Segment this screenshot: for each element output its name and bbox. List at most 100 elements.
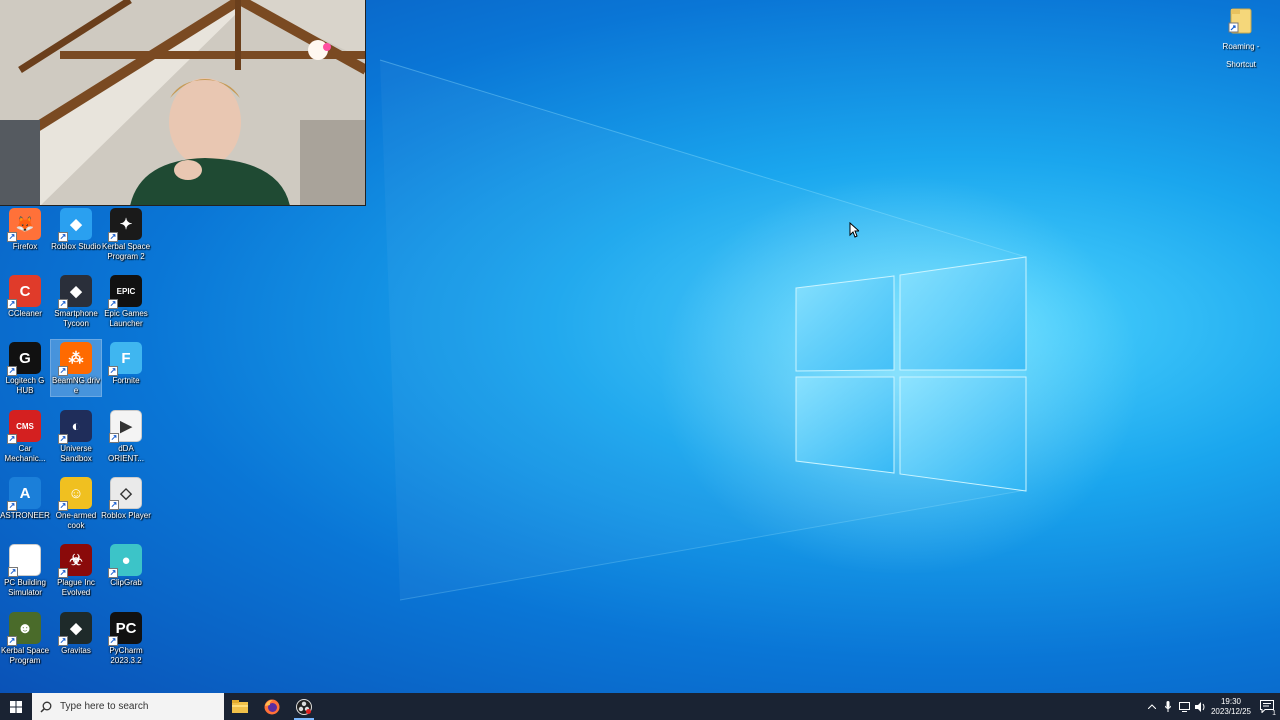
desktop-icon-label: Roblox Studio — [51, 242, 101, 251]
shortcut-arrow-icon: ↗ — [108, 299, 118, 309]
car-mechanic-icon: CMS ↗ — [7, 410, 41, 444]
desktop-icon-label: PC Building Simulator — [4, 578, 46, 597]
ksp2-icon: ✦ ↗ — [108, 208, 142, 242]
desktop-icon-one-armed-cook[interactable]: ☺ ↗ One-armed cook — [51, 475, 101, 531]
ksp-icon: ☻ ↗ — [7, 612, 41, 646]
desktop-icon-label: ASTRONEER — [0, 511, 50, 520]
shortcut-arrow-icon: ↗ — [7, 299, 17, 309]
taskbar-clock[interactable]: 19:30 2023/12/25 — [1208, 697, 1254, 717]
start-button[interactable] — [0, 693, 32, 720]
roaming-shortcut-label: Roaming - Shortcut — [1222, 42, 1260, 69]
desktop-icon-ccleaner[interactable]: C ↗ CCleaner — [0, 273, 50, 319]
desktop-icon-label: Kerbal Space Program 2 — [101, 242, 151, 261]
shortcut-arrow-icon: ↗ — [8, 567, 18, 577]
desktop-icon-ksp[interactable]: ☻ ↗ Kerbal Space Program — [0, 610, 50, 666]
desktop-icon-plague-inc[interactable]: ☣ ↗ Plague Inc Evolved — [51, 542, 101, 598]
roblox-player-icon: ◇ ↗ — [109, 477, 142, 510]
taskbar-search-box[interactable]: Type here to search — [32, 693, 224, 720]
desktop-icon-media-file[interactable]: ▶ ↗ dDA ORIENT... — [101, 408, 151, 464]
search-icon — [40, 701, 52, 713]
mouse-cursor-icon — [849, 222, 859, 238]
shortcut-arrow-icon: ↗ — [7, 366, 17, 376]
universe-sandbox-icon: ◐ ↗ — [58, 410, 92, 444]
desktop-icon-gravitas[interactable]: ◆ ↗ Gravitas — [51, 610, 101, 656]
notification-count: 1 — [1272, 710, 1276, 717]
shortcut-arrow-icon: ↗ — [58, 636, 68, 646]
shortcut-arrow-icon: ↗ — [7, 636, 17, 646]
clipgrab-icon: ● ↗ — [108, 544, 142, 578]
desktop-icon-label: Roblox Player — [101, 511, 151, 520]
desktop-icon-roblox-player[interactable]: ◇ ↗ Roblox Player — [101, 475, 151, 521]
desktop-icon-label: dDA ORIENT... — [107, 444, 144, 463]
gravitas-icon: ◆ ↗ — [58, 612, 92, 646]
roblox-studio-icon: ◆ ↗ — [58, 208, 92, 242]
microphone-icon[interactable] — [1160, 693, 1176, 720]
taskbar-file-explorer[interactable] — [224, 693, 256, 720]
desktop-icon-smartphone-tycoon[interactable]: ◆ ↗ Smartphone Tycoon — [51, 273, 101, 329]
firefox-icon: 🦊 ↗ — [7, 208, 41, 242]
shortcut-arrow-icon: ↗ — [108, 636, 118, 646]
desktop-icon-label: BeamNG.drive — [51, 376, 100, 395]
webcam-feed-image — [0, 0, 365, 205]
desktop-icon-label: Logitech G HUB — [5, 376, 45, 395]
desktop-icon-label: CCleaner — [8, 309, 42, 318]
shortcut-arrow-icon: ↗ — [7, 232, 17, 242]
desktop-icon-firefox[interactable]: 🦊 ↗ Firefox — [0, 206, 50, 252]
desktop-icon-label: Car Mechanic... — [4, 444, 46, 463]
desktop-icon-car-mechanic[interactable]: CMS ↗ Car Mechanic... — [0, 408, 50, 464]
smartphone-tycoon-icon: ◆ ↗ — [58, 275, 92, 309]
desktop-icon-roblox-studio[interactable]: ◆ ↗ Roblox Studio — [51, 206, 101, 252]
shortcut-arrow-icon: ↗ — [58, 366, 68, 376]
desktop-icon-label: Kerbal Space Program — [0, 646, 50, 665]
desktop-icon-label: Firefox — [12, 242, 38, 251]
astroneer-icon: A ↗ — [7, 477, 41, 511]
shortcut-arrow-icon: ↗ — [108, 232, 118, 242]
desktop-icon-beamng[interactable]: ⁂ ↗ BeamNG.drive — [50, 339, 102, 397]
shortcut-arrow-icon: ↗ — [58, 434, 68, 444]
clock-time: 19:30 — [1220, 696, 1242, 706]
one-armed-cook-icon: ☺ ↗ — [58, 477, 92, 511]
action-center-button[interactable]: 1 — [1254, 693, 1280, 720]
obs-taskbar-icon — [296, 698, 312, 715]
shortcut-arrow-icon: ↗ — [7, 501, 17, 511]
desktop-icon-label: One-armed cook — [55, 511, 97, 530]
desktop-icon-label: Plague Inc Evolved — [57, 578, 95, 597]
shortcut-arrow-icon: ↗ — [108, 568, 118, 578]
plague-inc-icon: ☣ ↗ — [58, 544, 92, 578]
taskbar-firefox[interactable] — [256, 693, 288, 720]
clock-date: 2023/12/25 — [1210, 706, 1252, 716]
desktop-icon-label: ClipGrab — [110, 578, 142, 587]
fortnite-icon: F ↗ — [108, 342, 142, 376]
desktop-icon-epic-games[interactable]: EPIC ↗ Epic Games Launcher — [101, 273, 151, 329]
windows-logo-icon — [10, 700, 22, 713]
pycharm-icon: PC ↗ — [108, 612, 142, 646]
roaming-shortcut[interactable]: Roaming - Shortcut — [1216, 6, 1266, 72]
beamng-icon: ⁂ ↗ — [58, 342, 92, 376]
desktop-icon-blank-file[interactable]: ↗ PC Building Simulator — [0, 542, 50, 598]
logitech-ghub-icon: G ↗ — [7, 342, 41, 376]
show-hidden-icons-chevron-up-icon[interactable] — [1144, 693, 1160, 720]
desktop-icon-label: Smartphone Tycoon — [54, 309, 98, 328]
desktop-icon-pycharm[interactable]: PC ↗ PyCharm 2023.3.2 — [101, 610, 151, 666]
desktop-icon-fortnite[interactable]: F ↗ Fortnite — [101, 340, 151, 386]
media-file-icon: ▶ ↗ — [109, 410, 142, 443]
desktop-icon-label: Gravitas — [61, 646, 91, 655]
desktop-icon-ksp2[interactable]: ✦ ↗ Kerbal Space Program 2 — [101, 206, 151, 262]
shortcut-arrow-icon: ↗ — [58, 232, 68, 242]
desktop-icon-label: PyCharm 2023.3.2 — [109, 646, 143, 665]
desktop-icon-logitech-ghub[interactable]: G ↗ Logitech G HUB — [0, 340, 50, 396]
desktop-icon-astroneer[interactable]: A ↗ ASTRONEER — [0, 475, 50, 521]
network-icon[interactable] — [1176, 693, 1192, 720]
shortcut-arrow-icon: ↗ — [7, 434, 17, 444]
shortcut-arrow-icon: ↗ — [108, 366, 118, 376]
shortcut-arrow-icon: ↗ — [109, 500, 119, 510]
search-placeholder: Type here to search — [60, 701, 149, 712]
shortcut-arrow-icon: ↗ — [109, 433, 119, 443]
desktop-icon-universe-sandbox[interactable]: ◐ ↗ Universe Sandbox — [51, 408, 101, 464]
desktop-icon-label: Fortnite — [112, 376, 140, 385]
desktop-icon-clipgrab[interactable]: ● ↗ ClipGrab — [101, 542, 151, 588]
volume-icon[interactable] — [1192, 693, 1208, 720]
taskbar: Type here to search 19:30 2023/12/25 1 — [0, 693, 1280, 720]
taskbar-obs[interactable] — [288, 693, 320, 720]
shortcut-arrow-icon: ↗ — [58, 501, 68, 511]
